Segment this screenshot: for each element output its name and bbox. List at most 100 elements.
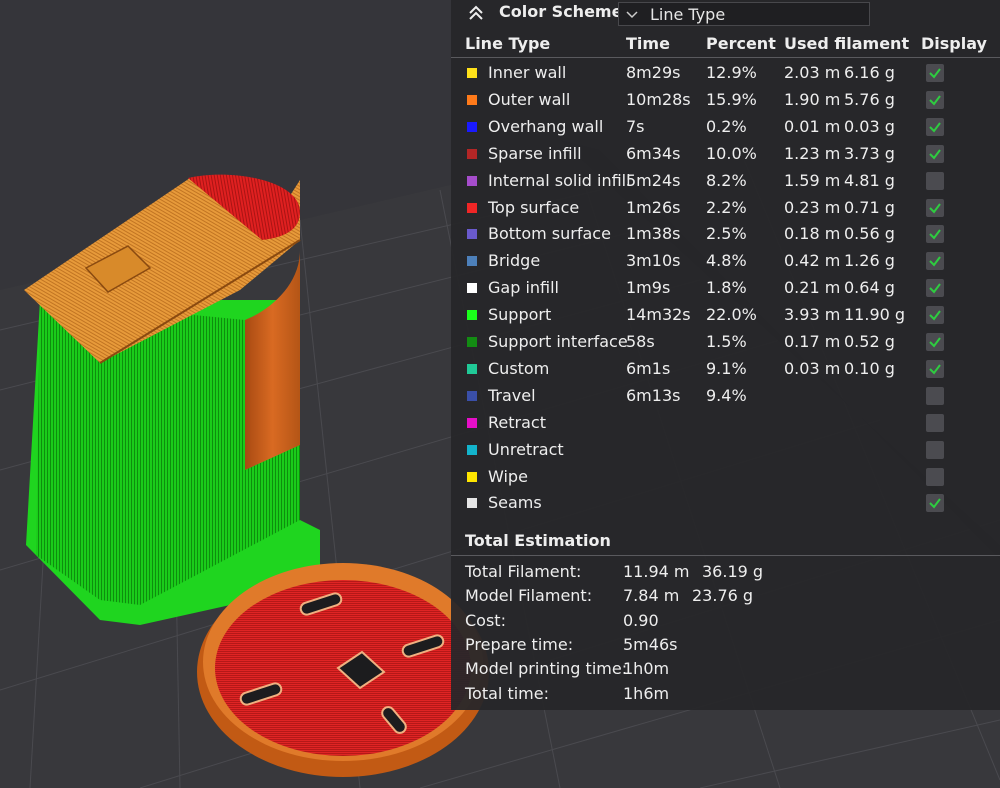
display-checkbox[interactable] (926, 306, 944, 325)
line-type-name: Seams (488, 493, 542, 513)
display-checkbox[interactable] (926, 279, 944, 298)
line-type-length: 1.90 m (784, 89, 841, 109)
line-type-row: Internal solid infill 5m24s 8.2% 1.59 m 4.81… (451, 167, 1000, 194)
line-type-name: Overhang wall (488, 116, 604, 136)
legend-header: Color Scheme Line Type (451, 0, 1000, 30)
color-swatch (467, 337, 477, 347)
check-icon (929, 149, 941, 160)
color-scheme-dropdown[interactable]: Line Type (618, 2, 870, 26)
check-icon (929, 256, 941, 267)
line-type-percent: 2.2% (706, 197, 747, 217)
color-swatch (467, 417, 477, 428)
line-type-row: Support interface 58s 1.5% 0.17 m 0.52 g (451, 328, 1000, 355)
check-icon (929, 364, 941, 375)
color-swatch (467, 202, 477, 213)
total-value: 7.84 m (623, 586, 680, 606)
display-checkbox[interactable] (926, 90, 944, 109)
display-checkbox[interactable] (926, 252, 944, 271)
check-icon (929, 122, 941, 133)
color-swatch (467, 229, 477, 240)
line-type-length: 0.17 m (784, 332, 841, 351)
line-type-row: Sparse infill 6m34s 10.0% 1.23 m 3.73 g (451, 140, 1000, 167)
display-checkbox[interactable] (926, 171, 944, 190)
line-type-row: Top surface 1m26s 2.2% 0.23 m 0.71 g (451, 194, 1000, 221)
total-value: 11.94 m (623, 562, 690, 581)
line-type-time: 1m9s (626, 278, 671, 298)
display-checkbox[interactable] (926, 333, 944, 351)
line-type-name: Inner wall (488, 63, 567, 82)
line-type-percent: 9.4% (706, 385, 747, 405)
color-swatch (467, 444, 477, 455)
display-checkbox[interactable] (926, 144, 944, 163)
total-divider (451, 555, 1000, 556)
total-value: 1h0m (623, 659, 670, 679)
line-type-length: 0.03 m (784, 358, 841, 378)
color-swatch (467, 148, 477, 159)
line-type-name: Wipe (488, 466, 528, 486)
color-swatch (467, 471, 477, 482)
line-type-row: Seams (451, 489, 1000, 516)
collapse-chevrons-icon[interactable] (467, 4, 485, 22)
line-type-percent: 9.1% (706, 358, 747, 378)
line-type-weight: 5.76 g (844, 89, 895, 109)
display-checkbox[interactable] (926, 198, 944, 217)
line-type-percent: 10.0% (706, 143, 757, 163)
color-swatch (467, 68, 477, 78)
color-swatch (467, 175, 477, 186)
line-type-row: Inner wall 8m29s 12.9% 2.03 m 6.16 g (451, 59, 1000, 86)
color-swatch (467, 310, 477, 321)
line-type-percent: 15.9% (706, 89, 757, 109)
total-value-weight: 23.76 g (692, 586, 754, 606)
line-type-percent: 1.5% (706, 332, 747, 351)
display-checkbox[interactable] (926, 386, 944, 405)
display-checkbox[interactable] (926, 494, 944, 513)
total-row: Model printing time: 1h0m (451, 659, 1000, 683)
line-type-time: 6m13s (626, 385, 681, 405)
line-type-weight: 0.10 g (844, 358, 895, 378)
line-type-weight: 0.64 g (844, 278, 895, 298)
display-checkbox[interactable] (926, 440, 944, 459)
line-type-time: 7s (626, 116, 645, 136)
display-checkbox[interactable] (926, 467, 944, 486)
display-checkbox[interactable] (926, 359, 944, 378)
display-checkbox[interactable] (926, 225, 944, 244)
line-type-time: 58s (626, 332, 655, 351)
display-checkbox[interactable] (926, 413, 944, 432)
line-type-row: Outer wall 10m28s 15.9% 1.90 m 5.76 g (451, 86, 1000, 113)
line-type-weight: 6.16 g (844, 63, 895, 82)
line-type-percent: 12.9% (706, 63, 757, 82)
header-divider (451, 57, 1000, 58)
line-type-row: Custom 6m1s 9.1% 0.03 m 0.10 g (451, 355, 1000, 382)
line-type-time: 1m38s (626, 224, 681, 244)
color-swatch (467, 363, 477, 374)
line-type-name: Bridge (488, 251, 541, 271)
total-value: 1h6m (623, 683, 670, 703)
total-value: 5m46s (623, 634, 678, 654)
display-checkbox[interactable] (926, 117, 944, 136)
line-type-name: Retract (488, 412, 546, 432)
line-type-name: Unretract (488, 439, 564, 459)
line-type-name: Bottom surface (488, 224, 611, 244)
line-type-time: 1m26s (626, 197, 681, 217)
line-type-percent: 0.2% (706, 116, 747, 136)
line-type-length: 0.21 m (784, 278, 841, 298)
line-type-length: 1.59 m (784, 170, 841, 190)
check-icon (929, 337, 941, 348)
col-header-used-filament: Used filament (784, 34, 910, 53)
check-icon (929, 202, 941, 214)
display-checkbox[interactable] (926, 64, 944, 82)
line-type-length: 2.03 m (784, 63, 841, 82)
line-type-name: Custom (488, 358, 550, 378)
total-row: Total Filament: 11.94 m 36.19 g (451, 562, 1000, 586)
line-type-time: 5m24s (626, 170, 681, 190)
line-type-length: 3.93 m (784, 305, 841, 325)
line-type-name: Support (488, 305, 552, 325)
legend-panel: Color Scheme Line Type Line Type Time Pe… (451, 0, 1000, 710)
line-type-name: Support interface (488, 332, 628, 351)
line-type-time: 10m28s (626, 89, 691, 109)
color-swatch (467, 498, 477, 509)
check-icon (929, 68, 941, 79)
line-type-length: 1.23 m (784, 143, 841, 163)
line-type-weight: 0.71 g (844, 197, 895, 217)
color-scheme-label: Color Scheme (499, 2, 623, 21)
